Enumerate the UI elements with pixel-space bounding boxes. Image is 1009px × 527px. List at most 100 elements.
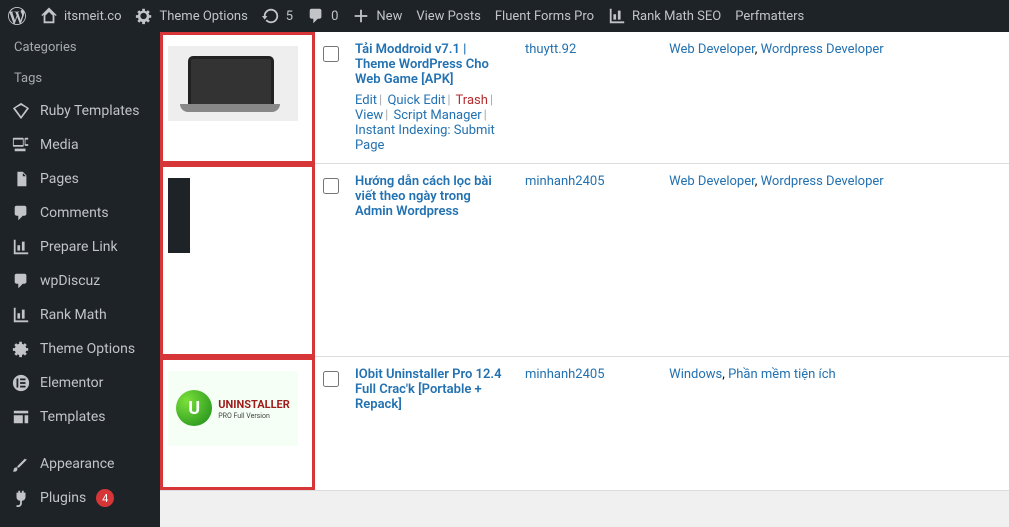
title-cell: IObit Uninstaller Pro 12.4 Full Crac'k […: [347, 357, 517, 491]
admin-sidebar: Categories Tags Ruby Templates Media Pag…: [0, 32, 160, 527]
sidebar-item-appearance[interactable]: Appearance: [0, 447, 160, 481]
post-thumbnail[interactable]: [168, 46, 298, 121]
page-icon: [12, 170, 30, 188]
gem-icon: [12, 102, 30, 120]
sidebar-item-templates[interactable]: Templates: [0, 400, 160, 434]
category-link[interactable]: Wordpress Developer: [761, 42, 884, 57]
wp-logo[interactable]: [8, 7, 26, 25]
iobit-logo-text: UNINSTALLER: [218, 398, 290, 411]
post-thumbnail[interactable]: U UNINSTALLER PRO Full Version: [168, 371, 298, 446]
label: Ruby Templates: [40, 103, 139, 119]
posts-table: Tải Moddroid v7.1 | Theme WordPress Cho …: [160, 32, 1009, 491]
instant-indexing-link[interactable]: Instant Indexing: Submit Page: [355, 123, 495, 153]
table-row: Hướng dẫn cách lọc bài viết theo ngày tr…: [160, 164, 1009, 357]
label: Appearance: [40, 456, 114, 472]
sidebar-item-tags[interactable]: Tags: [0, 63, 160, 94]
comments-link[interactable]: 0: [307, 7, 338, 25]
row-checkbox[interactable]: [323, 371, 339, 387]
chart-icon: [608, 7, 626, 25]
label: Comments: [40, 205, 109, 221]
site-name-link[interactable]: itsmeit.co: [40, 7, 121, 25]
label: Elementor: [40, 375, 103, 391]
brush-icon: [12, 455, 30, 473]
sidebar-item-rank-math[interactable]: Rank Math: [0, 298, 160, 332]
elementor-icon: [12, 374, 30, 392]
refresh-icon: [262, 7, 280, 25]
iobit-logo-sub: PRO Full Version: [218, 412, 290, 420]
author-cell: thuytt.92: [517, 32, 661, 164]
chart-icon: [12, 238, 30, 256]
author-cell: minhanh2405: [517, 164, 661, 357]
author-link[interactable]: minhanh2405: [525, 367, 605, 382]
wordpress-icon: [8, 7, 26, 25]
category-link[interactable]: Web Developer: [669, 174, 755, 189]
thumbnail-cell: [160, 32, 315, 164]
rank-math-label: Rank Math SEO: [632, 9, 721, 24]
sidebar-item-pages[interactable]: Pages: [0, 162, 160, 196]
label: Prepare Link: [40, 239, 118, 255]
post-title-link[interactable]: IObit Uninstaller Pro 12.4 Full Crac'k […: [355, 367, 509, 412]
gear-icon: [12, 340, 30, 358]
view-posts-link[interactable]: View Posts: [416, 9, 481, 24]
comments-count: 0: [331, 9, 338, 24]
plugin-icon: [12, 489, 30, 507]
plus-icon: [352, 7, 370, 25]
sidebar-item-categories[interactable]: Categories: [0, 32, 160, 63]
rank-math-link[interactable]: Rank Math SEO: [608, 7, 721, 25]
post-title-link[interactable]: Hướng dẫn cách lọc bài viết theo ngày tr…: [355, 174, 509, 219]
view-link[interactable]: View: [355, 108, 383, 123]
category-link[interactable]: Wordpress Developer: [761, 174, 884, 189]
sidebar-item-elementor[interactable]: Elementor: [0, 366, 160, 400]
categories-cell: Web Developer, Wordpress Developer: [661, 32, 1009, 164]
label: Plugins: [40, 490, 86, 506]
checkbox-cell: [315, 357, 347, 491]
author-link[interactable]: thuytt.92: [525, 42, 576, 57]
row-checkbox[interactable]: [323, 178, 339, 194]
categories-cell: Web Developer, Wordpress Developer: [661, 164, 1009, 357]
comment-icon: [12, 272, 30, 290]
checkbox-cell: [315, 164, 347, 357]
category-link[interactable]: Web Developer: [669, 42, 755, 57]
sidebar-item-theme-options[interactable]: Theme Options: [0, 332, 160, 366]
trash-link[interactable]: Trash: [456, 93, 488, 108]
author-link[interactable]: minhanh2405: [525, 174, 605, 189]
categories-cell: Windows, Phần mềm tiện ích: [661, 357, 1009, 491]
theme-options-label: Theme Options: [159, 9, 247, 24]
sidebar-item-media[interactable]: Media: [0, 128, 160, 162]
title-cell: Hướng dẫn cách lọc bài viết theo ngày tr…: [347, 164, 517, 357]
table-row: U UNINSTALLER PRO Full Version IObit Uni…: [160, 357, 1009, 491]
row-checkbox[interactable]: [323, 46, 339, 62]
category-link[interactable]: Phần mềm tiện ích: [728, 367, 836, 382]
comment-icon: [307, 7, 325, 25]
iobit-logo-icon: U: [176, 390, 212, 426]
sidebar-item-prepare-link[interactable]: Prepare Link: [0, 230, 160, 264]
updates-link[interactable]: 5: [262, 7, 293, 25]
checkbox-cell: [315, 32, 347, 164]
admin-bar: itsmeit.co Theme Options 5 0 New View Po…: [0, 0, 1009, 32]
sidebar-item-comments[interactable]: Comments: [0, 196, 160, 230]
post-title-link[interactable]: Tải Moddroid v7.1 | Theme WordPress Cho …: [355, 42, 509, 87]
category-link[interactable]: Windows: [669, 367, 722, 382]
chart-icon: [12, 306, 30, 324]
sidebar-item-wpdiscuz[interactable]: wpDiscuz: [0, 264, 160, 298]
updates-count: 5: [286, 9, 293, 24]
theme-options-link[interactable]: Theme Options: [135, 7, 247, 25]
row-actions: Edit| Quick Edit| Trash| View| Script Ma…: [355, 93, 509, 153]
media-icon: [12, 136, 30, 154]
author-cell: minhanh2405: [517, 357, 661, 491]
sidebar-item-ruby-templates[interactable]: Ruby Templates: [0, 94, 160, 128]
plugins-update-badge: 4: [96, 489, 114, 507]
label: wpDiscuz: [40, 273, 100, 289]
sidebar-item-plugins[interactable]: Plugins 4: [0, 481, 160, 515]
thumbnail-cell: [160, 164, 315, 357]
quick-edit-link[interactable]: Quick Edit: [387, 93, 445, 108]
new-link[interactable]: New: [352, 7, 402, 25]
script-manager-link[interactable]: Script Manager: [394, 108, 482, 123]
perfmatters-link[interactable]: Perfmatters: [735, 9, 804, 24]
fluent-forms-link[interactable]: Fluent Forms Pro: [495, 9, 594, 24]
edit-link[interactable]: Edit: [355, 93, 377, 108]
new-label: New: [376, 9, 402, 24]
label: Rank Math: [40, 307, 107, 323]
post-thumbnail[interactable]: [168, 178, 298, 253]
templates-icon: [12, 408, 30, 426]
